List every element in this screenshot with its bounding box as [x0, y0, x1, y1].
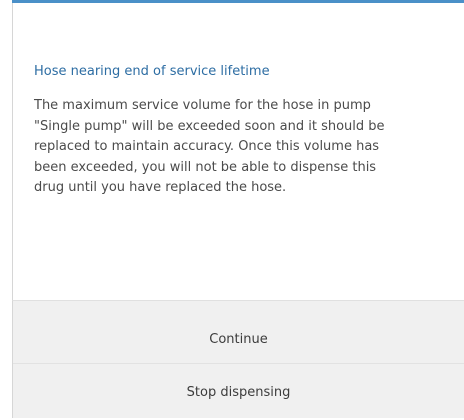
dialog-title: Hose nearing end of service lifetime: [34, 64, 270, 79]
dialog-message: The maximum service volume for the hose …: [34, 98, 385, 195]
continue-button[interactable]: Continue: [13, 311, 464, 367]
alert-dialog: Hose nearing end of service lifetime The…: [0, 0, 464, 418]
stop-dispensing-button[interactable]: Stop dispensing: [13, 363, 464, 420]
dialog-button-area: Continue Stop dispensing: [12, 300, 464, 418]
